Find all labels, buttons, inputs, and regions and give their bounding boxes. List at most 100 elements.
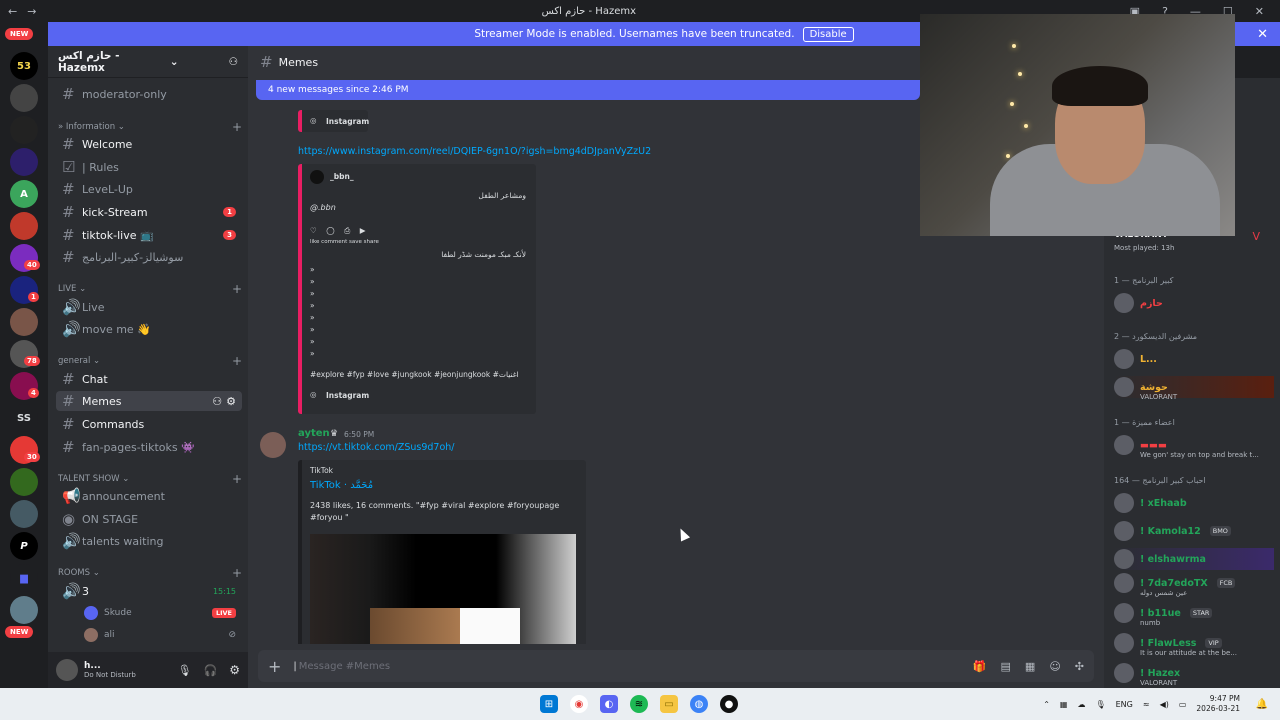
sticker-icon[interactable]: ▦ xyxy=(1025,660,1035,673)
add-channel-icon[interactable]: + xyxy=(232,282,242,296)
server-icon[interactable] xyxy=(10,596,38,624)
voice-user[interactable]: Skude LIVE xyxy=(78,603,242,623)
microphone-icon[interactable]: 🎙 xyxy=(178,664,192,677)
add-channel-icon[interactable]: + xyxy=(232,354,242,368)
gift-icon[interactable]: 🎁 xyxy=(973,660,987,673)
close-window-button[interactable]: ✕ xyxy=(1255,5,1264,18)
category-rooms[interactable]: ROOMS ⌄ + xyxy=(58,566,242,580)
channel-rules[interactable]: ☑ | Rules xyxy=(56,157,242,177)
clock[interactable]: 9:47 PM 2026-03-21 xyxy=(1196,694,1240,714)
channel-socials[interactable]: # سوشيالز-كبير-البرنامج xyxy=(56,247,242,267)
voice-channel-live[interactable]: 🔊 Live xyxy=(56,297,242,317)
member[interactable]: ! Kamola12 BMO xyxy=(1114,520,1274,542)
channel-tiktok-live[interactable]: # tiktok-live 📺 3 xyxy=(56,225,242,245)
avatar[interactable] xyxy=(260,432,286,458)
server-header[interactable]: حازم اكس - Hazemx ⌄ ⚇ xyxy=(48,46,248,78)
discord-icon[interactable]: ◐ xyxy=(600,695,618,713)
user-settings-icon[interactable]: ⚙ xyxy=(229,663,240,677)
embed-title[interactable]: TikTok · مُحَمَّد xyxy=(310,480,373,491)
voice-user[interactable]: ali ⊘ xyxy=(78,625,242,645)
voice-channel-move-me[interactable]: 🔊 move me 👋 xyxy=(56,319,242,339)
file-explorer-icon[interactable]: ▭ xyxy=(660,695,678,713)
server-icon[interactable] xyxy=(10,84,38,112)
member[interactable]: ! FlawLess VIP It is our attitude at the b… xyxy=(1114,632,1274,657)
emoji-icon[interactable]: ☺ xyxy=(1049,660,1060,673)
settings-icon[interactable]: ⚙ xyxy=(226,395,236,408)
channel-moderator-only[interactable]: # moderator-only xyxy=(56,84,242,104)
app-icon[interactable]: ● xyxy=(720,695,738,713)
add-channel-icon[interactable]: + xyxy=(232,566,242,580)
chrome-icon[interactable]: ◉ xyxy=(570,695,588,713)
server-icon[interactable] xyxy=(10,148,38,176)
channel-memes[interactable]: # Memes ⚇ ⚙ xyxy=(56,391,242,411)
notification-bell-icon[interactable]: 🔔 xyxy=(1256,699,1268,710)
invite-icon[interactable]: ⚇ xyxy=(212,395,222,408)
spotify-icon[interactable]: ≋ xyxy=(630,695,648,713)
network-icon[interactable]: ▦ xyxy=(1060,700,1068,709)
server-icon[interactable]: SS xyxy=(10,404,38,432)
member[interactable]: ! elshawrma xyxy=(1114,548,1274,570)
message-link[interactable]: https://vt.tiktok.com/ZSus9d7oh/ xyxy=(298,442,455,453)
server-icon[interactable] xyxy=(10,308,38,336)
upload-plus-icon[interactable]: + xyxy=(268,657,281,676)
member[interactable]: ! Hazex VALORANT xyxy=(1114,662,1274,687)
member[interactable]: حازم xyxy=(1114,292,1274,314)
category-talent-show[interactable]: TALENT SHOW ⌄ + xyxy=(58,472,242,486)
battery-icon[interactable]: ▭ xyxy=(1179,700,1187,709)
member[interactable]: ▬▬▬ We gon' stay on top and break t... xyxy=(1114,434,1274,459)
add-member-icon[interactable]: ⚇ xyxy=(229,56,238,68)
member[interactable]: L... xyxy=(1114,348,1274,370)
message-link[interactable]: https://www.instagram.com/reel/DQIEP-6gn… xyxy=(298,146,651,157)
volume-icon[interactable]: ◀) xyxy=(1160,700,1169,709)
channel-levelup[interactable]: # LeveL-Up xyxy=(56,179,242,199)
avatar[interactable] xyxy=(56,659,78,681)
member[interactable]: ! xEhaab xyxy=(1114,492,1274,514)
category-live[interactable]: LIVE ⌄ + xyxy=(58,282,242,296)
message-author[interactable]: ayten xyxy=(298,428,330,439)
language-indicator[interactable]: ENG xyxy=(1116,700,1133,709)
server-icon[interactable]: A xyxy=(10,180,38,208)
server-icon[interactable] xyxy=(10,468,38,496)
hash-icon: # xyxy=(62,180,75,198)
chevron-up-icon[interactable]: ⌃ xyxy=(1043,700,1050,709)
app-icon[interactable]: ◍ xyxy=(690,695,708,713)
server-icon[interactable] xyxy=(10,116,38,144)
headphones-icon[interactable]: 🎧 xyxy=(204,664,218,677)
add-channel-icon[interactable]: + xyxy=(232,120,242,134)
close-icon[interactable]: ✕ xyxy=(1257,27,1268,42)
category-information[interactable]: » Information ⌄ + xyxy=(58,120,242,134)
member[interactable]: حوشة VALORANT xyxy=(1114,376,1274,401)
member[interactable]: ! 7da7edoTX FCB عين شمس دوله xyxy=(1114,572,1274,597)
new-messages-bar[interactable]: 4 new messages since 2:46 PM xyxy=(256,80,920,100)
folder-icon[interactable]: ▆ xyxy=(10,564,38,592)
voice-channel-room-3[interactable]: 🔊 3 15:15 xyxy=(56,581,242,601)
member[interactable]: ! b11ue STAR numb xyxy=(1114,602,1274,627)
apps-icon[interactable]: ✣ xyxy=(1075,660,1084,673)
microphone-icon[interactable]: 🎙 xyxy=(1095,700,1105,709)
fairy-light xyxy=(1018,72,1022,76)
channel-fan-pages[interactable]: # fan-pages-tiktoks 👾 xyxy=(56,437,242,457)
voice-channel-talents-waiting[interactable]: 🔊 talents waiting xyxy=(56,531,242,551)
video-thumbnail[interactable] xyxy=(310,534,576,644)
server-icon[interactable]: P xyxy=(10,532,38,560)
category-general[interactable]: general ⌄ + xyxy=(58,354,242,368)
channel-chat[interactable]: # Chat xyxy=(56,369,242,389)
stage-channel-on-stage[interactable]: ◉ ON STAGE xyxy=(56,509,242,529)
gif-icon[interactable]: ▤ xyxy=(1001,660,1011,673)
back-button[interactable]: ← xyxy=(8,5,17,18)
channel-welcome[interactable]: # Welcome xyxy=(56,134,242,154)
channel-commands[interactable]: # Commands xyxy=(56,414,242,434)
channel-kick-stream[interactable]: # kick-Stream 1 xyxy=(56,202,242,222)
fairy-light xyxy=(1010,102,1014,106)
server-icon[interactable] xyxy=(10,212,38,240)
forward-button[interactable]: → xyxy=(27,5,36,18)
server-icon[interactable]: 53 xyxy=(10,52,38,80)
wifi-icon[interactable]: ≈ xyxy=(1143,700,1150,709)
server-icon[interactable] xyxy=(10,500,38,528)
message-input[interactable]: + | Message #Memes 🎁 ▤ ▦ ☺ ✣ xyxy=(258,650,1094,682)
add-channel-icon[interactable]: + xyxy=(232,472,242,486)
cloud-icon[interactable]: ☁ xyxy=(1077,700,1085,709)
disable-streamer-mode-button[interactable]: Disable xyxy=(802,26,854,42)
start-icon[interactable]: ⊞ xyxy=(540,695,558,713)
channel-announcement[interactable]: 📢 announcement xyxy=(56,486,242,506)
